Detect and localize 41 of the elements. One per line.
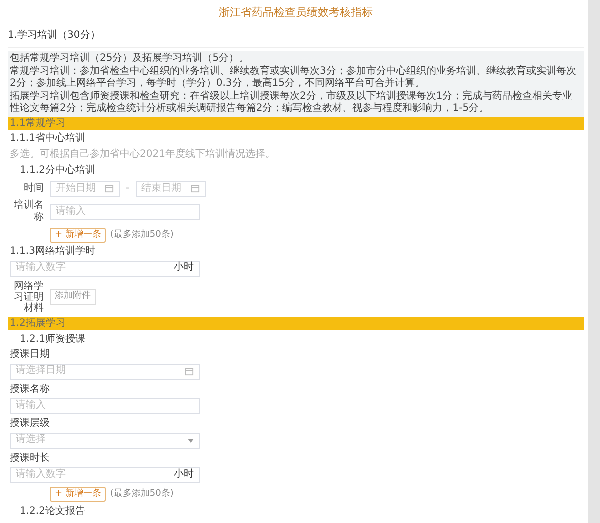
input-field[interactable]: 请选择日期 [10,364,200,380]
field-label: 1.1.1省中心培训 [10,133,86,146]
field-label: 授课时长 [10,452,51,465]
attach-button[interactable]: 添加附件 [50,289,96,305]
input-field[interactable]: 请输入 [10,398,200,414]
calendar-icon [105,184,114,194]
subsection-title: 1.2.1师资授课 [20,334,86,346]
field-label: 培训名称 [13,200,44,225]
input-field[interactable]: 结束日期 [136,180,206,197]
range-separator: - [126,182,130,195]
field-label: 授课层级 [10,418,51,430]
input-field[interactable]: 请输入数字 小时 [10,467,200,483]
add-button[interactable]: + 新增一条 [50,228,106,243]
field-label: 1.1.3网络培训学时 [10,246,96,258]
unit-label: 小时 [174,468,194,482]
input-field[interactable]: 请输入 [50,204,200,220]
section-band: 1.2拓展学习 [8,316,584,330]
section-band: 1.1常规学习 [8,117,584,130]
section-heading: 1.学习培训（30分） [8,26,584,48]
subsection-title: 1.1.2分中心培训 [20,165,96,178]
input-field[interactable]: 请输入数字 小时 [10,260,200,276]
field-label: 授课名称 [10,384,51,396]
page-title: 浙江省药品检查员绩效考核指标 [218,5,374,21]
field-label: 网络学习证明材料 [13,280,44,314]
unit-label: 小时 [174,262,194,275]
note-text: 拓展学习培训包含师资授课和检查研究：在省级以上培训授课每次2分，市级及以下培训授课每次1分；完成与药品检查相关专业性论文每篇2分；完成检查统计分析或相关调研报告每篇2分；编写检查教材、视参与程度和影响力，1-5分。 [10,91,574,116]
field-label: 时间 [23,182,44,195]
calendar-icon [190,184,200,194]
input-field[interactable]: 开始日期 [50,180,120,197]
field-label: 授课日期 [10,349,51,362]
input-field[interactable]: 请选择 [10,432,200,448]
scrollbar[interactable] [588,0,600,523]
calendar-icon [185,367,194,376]
caret-icon [188,438,194,442]
note-text: 常规学习培训：参加省检查中心组织的业务培训、继续教育或实训每次3分；参加市分中心组织的业务培训、继续教育或实训每次2分；参加线上网络平台学习，每学时（学分）0.3分，最高15分，不同网络平台可合并计算。 [10,66,578,90]
limit-note: (最多添加50条) [110,489,174,500]
note-text: 包括常规学习培训（25分）及拓展学习培训（5分）。 [10,53,250,66]
hint-text: 多选。可根据自己参加省中心2021年度线下培训情况选择。 [10,148,276,162]
limit-note: (最多添加50条) [110,230,174,241]
add-button[interactable]: + 新增一条 [50,487,106,502]
subsection-title: 1.2.2论文报告 [20,506,86,519]
